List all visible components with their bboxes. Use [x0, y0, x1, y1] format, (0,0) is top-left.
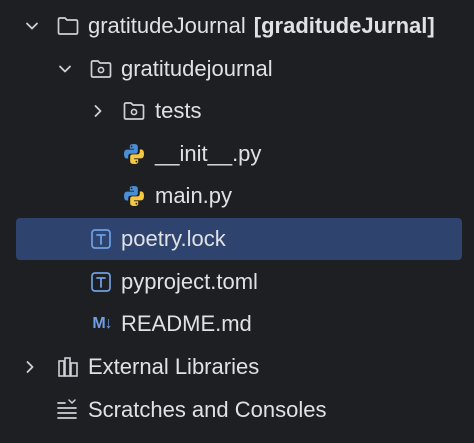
folder-icon	[56, 14, 80, 38]
tree-item-main-py[interactable]: main.py	[0, 175, 474, 217]
tree-item-label: gratitudejournal	[121, 56, 273, 81]
package-folder-icon	[122, 99, 146, 123]
tree-item-label: tests	[155, 98, 202, 123]
module-name-label: [graditudeJurnal]	[253, 13, 435, 38]
tree-item-label: pyproject.toml	[121, 269, 258, 294]
python-file-icon	[122, 184, 146, 208]
text-file-icon	[89, 270, 113, 294]
tree-item-label: Scratches and Consoles	[88, 397, 327, 422]
chevron-right-icon[interactable]	[88, 101, 108, 121]
tree-item-label: __init__.py	[155, 141, 262, 166]
tree-item-poetry-lock[interactable]: poetry.lock	[0, 218, 474, 260]
markdown-icon: M↓	[92, 315, 112, 332]
chevron-right-icon[interactable]	[20, 357, 40, 377]
tree-item-init-py[interactable]: __init__.py	[0, 133, 474, 175]
tree-item-gratitudejournal[interactable]: gratitudejournal	[0, 48, 474, 90]
tree-item-scratches-and-consoles[interactable]: Scratches and Consoles	[0, 389, 474, 431]
tree-item-label: gratitudeJournal	[88, 13, 246, 38]
tree-item-tests[interactable]: tests	[0, 90, 474, 132]
package-folder-icon	[89, 57, 113, 81]
tree-item-pyproject-toml[interactable]: pyproject.toml	[0, 261, 474, 303]
text-file-icon	[89, 227, 113, 251]
project-tree: gratitudeJournal [graditudeJurnal] grati…	[0, 0, 474, 443]
library-icon	[56, 355, 80, 379]
tree-item-label: README.md	[121, 311, 252, 336]
chevron-down-icon[interactable]	[55, 59, 75, 79]
tree-item-external-libraries[interactable]: External Libraries	[0, 346, 474, 388]
tree-item-label: poetry.lock	[121, 226, 226, 251]
tree-item-label: main.py	[155, 183, 233, 208]
tree-item-readme-md[interactable]: M↓ README.md	[0, 303, 474, 345]
tree-item-project-root[interactable]: gratitudeJournal [graditudeJurnal]	[0, 5, 474, 47]
scratches-icon	[56, 398, 80, 422]
python-file-icon	[122, 142, 146, 166]
chevron-down-icon[interactable]	[22, 16, 42, 36]
tree-item-label: External Libraries	[88, 354, 260, 379]
